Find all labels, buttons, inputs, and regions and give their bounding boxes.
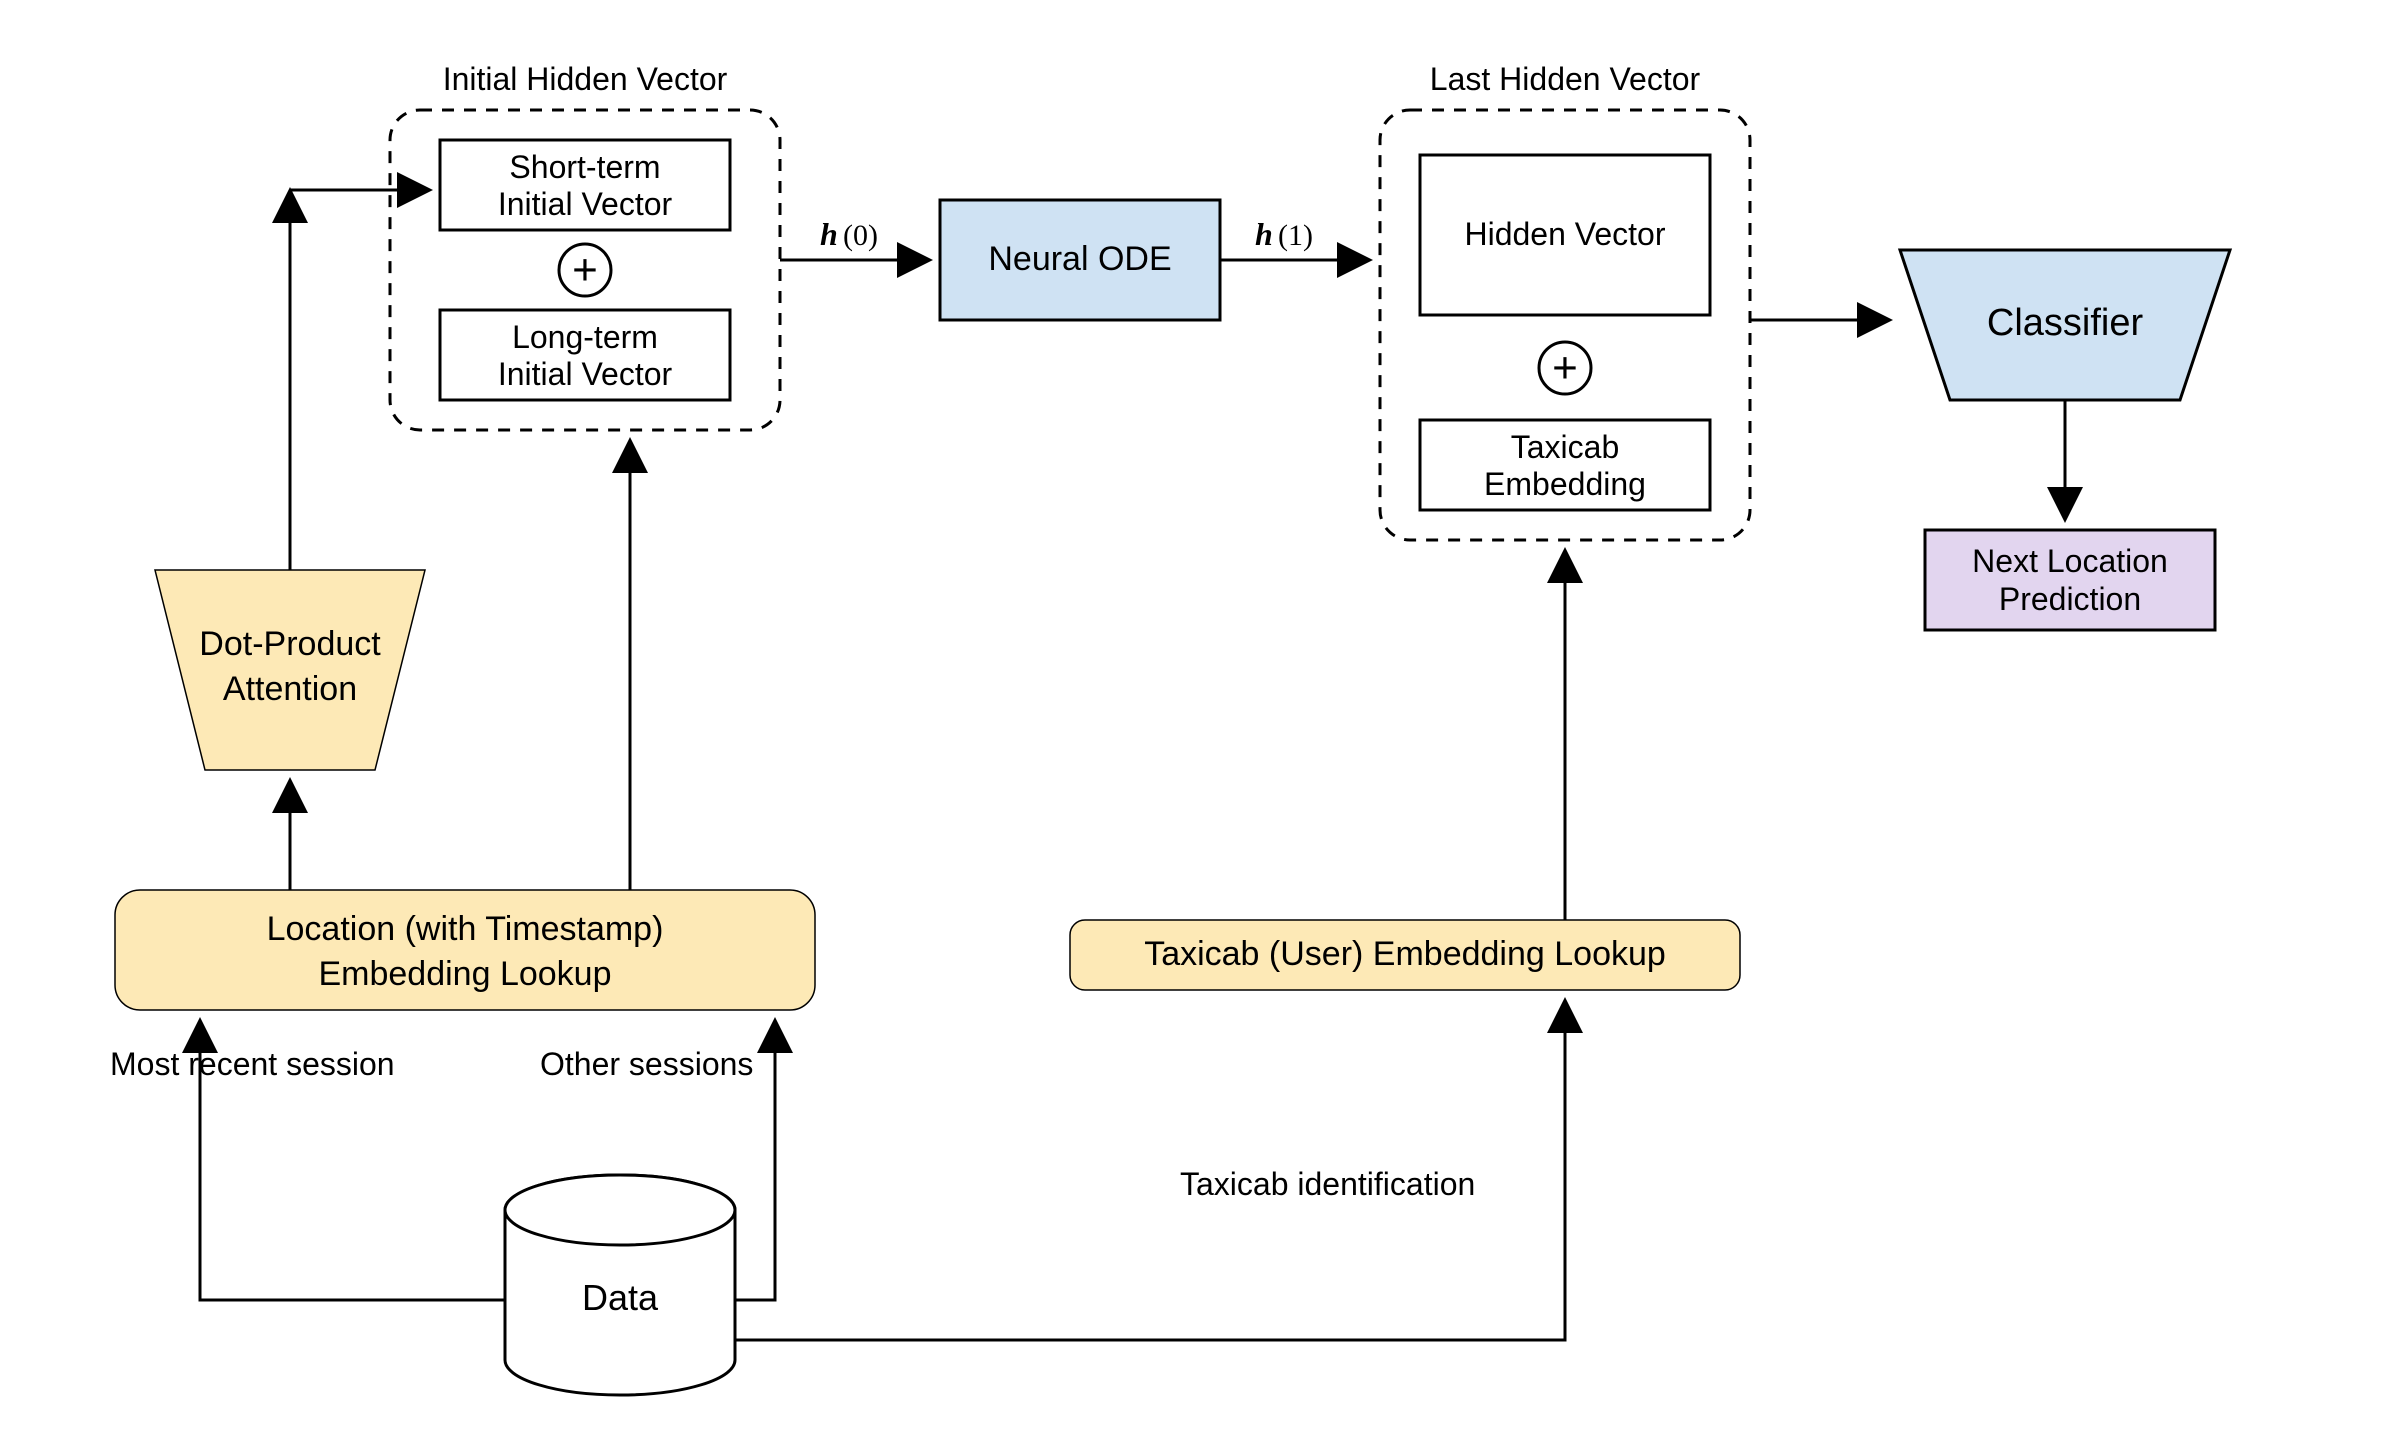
loc-emb-l2: Embedding Lookup — [318, 955, 611, 993]
taxicab-emb-l1: Taxicab — [1511, 429, 1620, 465]
initial-hidden-title: Initial Hidden Vector — [443, 61, 728, 97]
h0-h: h — [820, 216, 838, 252]
other-sessions-label: Other sessions — [540, 1046, 753, 1082]
next-loc-l2: Prediction — [1999, 581, 2141, 617]
last-hidden-title: Last Hidden Vector — [1430, 61, 1701, 97]
architecture-diagram: Initial Hidden Vector Short-term Initial… — [0, 0, 2390, 1450]
h1-paren: (1) — [1278, 219, 1313, 252]
h1-h: h — [1255, 216, 1273, 252]
most-recent-label: Most recent session — [110, 1046, 395, 1082]
plus-symbol-2: + — [1552, 344, 1578, 393]
plus-symbol-1: + — [572, 246, 598, 295]
loc-emb-l1: Location (with Timestamp) — [267, 910, 664, 948]
long-term-l2: Initial Vector — [498, 356, 673, 392]
short-term-l1: Short-term — [509, 149, 660, 185]
h0-paren: (0) — [843, 219, 878, 252]
classifier-label: Classifier — [1987, 302, 2144, 344]
hidden-vector-label: Hidden Vector — [1464, 216, 1665, 252]
next-loc-l1: Next Location — [1972, 543, 2168, 579]
attention-l1: Dot-Product — [199, 625, 381, 663]
taxicab-id-label: Taxicab identification — [1180, 1166, 1475, 1202]
long-term-l1: Long-term — [512, 319, 658, 355]
short-term-l2: Initial Vector — [498, 186, 673, 222]
taxicab-emb-l2: Embedding — [1484, 466, 1646, 502]
neural-ode-label: Neural ODE — [988, 240, 1171, 278]
attention-l2: Attention — [223, 670, 357, 708]
data-label: Data — [582, 1277, 659, 1318]
user-emb-label: Taxicab (User) Embedding Lookup — [1144, 935, 1666, 973]
